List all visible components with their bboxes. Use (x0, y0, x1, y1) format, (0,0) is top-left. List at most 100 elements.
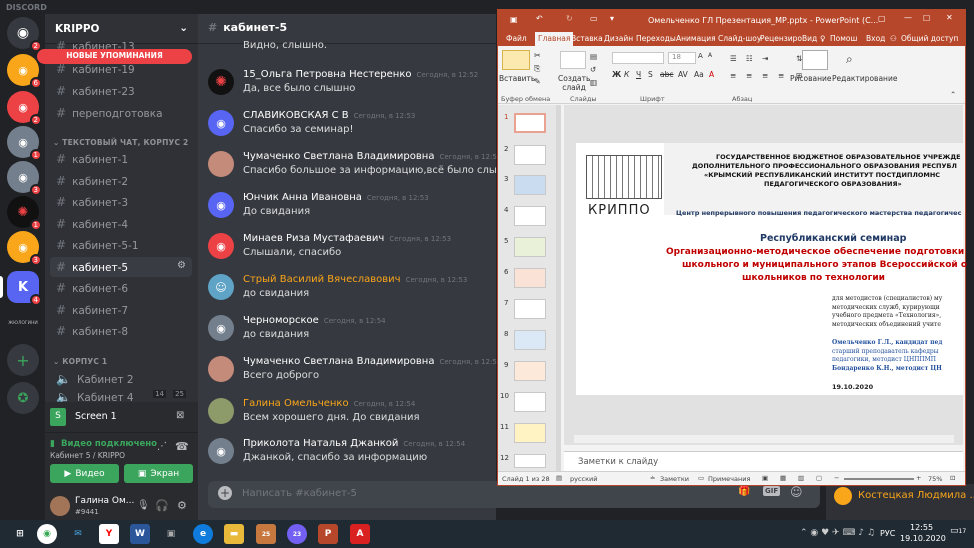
user-avatar[interactable]: ◉ (208, 315, 234, 341)
comments-toggle[interactable]: Примечания (708, 475, 750, 483)
message-author[interactable]: Юнчик Анна Ивановна Сегодня, в 12:53 (243, 192, 429, 203)
server-icon[interactable]: ◉ 3 (7, 161, 42, 196)
viber-icon[interactable]: 23 (287, 524, 307, 544)
tray-icons[interactable]: ⌃ ◉ ♥ ✈ ⌨ ♪ ♫ (800, 528, 875, 538)
font-color-icon[interactable]: A (709, 70, 714, 79)
copy-icon[interactable]: ⎘ (534, 64, 540, 74)
grow-font-icon[interactable]: A (698, 52, 703, 60)
slide-thumbnail[interactable] (514, 330, 546, 350)
tab-insert[interactable]: Вставка (571, 32, 603, 46)
notes-toggle[interactable]: Заметки (660, 475, 689, 483)
zoom-slider[interactable] (844, 478, 914, 480)
slide-thumbnail[interactable] (514, 145, 546, 165)
tab-view[interactable]: Вид (802, 32, 817, 46)
yandex-icon[interactable]: Y (99, 524, 119, 544)
user-avatar[interactable] (208, 398, 234, 424)
channel-item[interactable]: # кабинет-6 (50, 278, 192, 298)
emoji-icon[interactable]: ☺ (790, 485, 803, 499)
message-author[interactable]: Черноморское Сегодня, в 12:54 (243, 315, 386, 326)
message-author[interactable]: Стрый Василий Вячеславович Сегодня, в 12:… (243, 274, 467, 285)
gear-icon[interactable]: ⚙ (177, 260, 186, 271)
message-author[interactable]: СЛАВИКОВСКАЯ С В Сегодня, в 12:53 (243, 110, 415, 121)
maximize-icon[interactable]: ☐ (923, 14, 930, 23)
tab-transitions[interactable]: Переходы (636, 32, 676, 46)
channel-item[interactable]: # кабинет-23 (50, 81, 192, 101)
signin-link[interactable]: Вход (866, 32, 885, 46)
new-slide-button[interactable]: Создать слайд (558, 74, 590, 92)
user-avatar[interactable]: ◉ (208, 438, 234, 464)
app-icon[interactable]: ▣ (161, 524, 181, 544)
user-avatar[interactable] (50, 496, 70, 516)
slide-thumbnail[interactable] (514, 175, 546, 195)
message-author[interactable]: 15_Ольга Петровна Нестеренко Сегодня, в 1… (243, 69, 478, 80)
close-preview-icon[interactable]: ⊠ (176, 410, 184, 421)
align-left-icon[interactable]: ≡ (730, 71, 736, 80)
channel-item[interactable]: # кабинет-3 (50, 192, 192, 212)
horizontal-scrollbar[interactable] (574, 435, 954, 443)
slideshow-view-icon[interactable]: ▢ (816, 474, 822, 482)
strikethrough-icon[interactable]: abc (660, 70, 673, 79)
close-icon[interactable]: ✕ (946, 13, 953, 22)
drawing-button[interactable]: Рисование (790, 74, 832, 83)
windows-start-icon[interactable]: ⊞ (10, 524, 30, 544)
channel-item[interactable]: # переподготовка (50, 103, 192, 123)
disconnect-call-icon[interactable]: ☎ (175, 440, 189, 453)
tab-file[interactable]: Файл (506, 32, 527, 46)
server-icon[interactable]: ◉ 1 (7, 126, 42, 161)
powerpoint-icon[interactable]: P (318, 524, 338, 544)
slide-thumbnail[interactable] (514, 423, 546, 443)
section-icon[interactable]: ▥ (590, 78, 597, 87)
font-name-field[interactable] (612, 52, 664, 64)
channel-item[interactable]: # кабинет-1 (50, 149, 192, 169)
collapse-ribbon-icon[interactable]: ⌃ (950, 90, 956, 99)
share-button[interactable]: Общий доступ (901, 32, 958, 46)
tab-design[interactable]: Дизайн (604, 32, 633, 46)
channel-item[interactable]: # кабинет-5-1 (50, 235, 192, 255)
underline-icon[interactable]: Ч (636, 70, 641, 79)
fit-slide-icon[interactable]: ⊡ (950, 474, 955, 482)
channel-item[interactable]: # кабинет-4 (50, 214, 192, 234)
server-icon[interactable]: ЖЮЛОГИНИ (7, 307, 39, 339)
thumbnail-scrollbar[interactable] (556, 105, 561, 471)
slide-thumbnail[interactable] (514, 361, 546, 381)
font-size-field[interactable]: 18 (668, 52, 696, 64)
spacing-icon[interactable]: AV (678, 70, 688, 79)
undo-icon[interactable]: ↶ (536, 14, 543, 23)
cut-icon[interactable]: ✂ (534, 51, 541, 60)
screen-button[interactable]: ▣ Экран (124, 464, 193, 483)
server-icon[interactable]: ◉ 2 (7, 91, 42, 126)
gif-icon[interactable]: GIF (763, 486, 781, 496)
message-author[interactable]: Минаев Риза Мустафаевич Сегодня, в 12:53 (243, 233, 451, 244)
voice-channel-item[interactable]: 🔈 Кабинет 4 14 25 (50, 390, 192, 402)
video-button[interactable]: ▶ Видео (50, 464, 119, 483)
user-avatar[interactable]: ◉ (208, 233, 234, 259)
format-painter-icon[interactable]: ✎ (534, 77, 541, 86)
indent-icon[interactable]: ⇥ (762, 54, 768, 63)
zoom-out-icon[interactable]: − (834, 474, 839, 482)
customize-icon[interactable]: ▾ (610, 14, 614, 23)
photos-icon[interactable]: 25 (256, 524, 276, 544)
user-avatar[interactable]: ☺ (208, 274, 234, 300)
channel-item-selected[interactable]: # кабинет-5 ⚙ (50, 257, 192, 277)
change-case-icon[interactable]: Aa (694, 70, 704, 79)
sorter-view-icon[interactable]: ▦ (780, 474, 786, 482)
channel-item[interactable]: # кабинет-2 (50, 171, 192, 191)
normal-view-icon[interactable]: ▣ (762, 474, 768, 482)
language-indicator[interactable]: РУС (880, 529, 895, 538)
server-icon[interactable]: ✺ 1 (7, 196, 42, 231)
noise-suppression-icon[interactable]: ⋰ (157, 441, 167, 452)
category-header[interactable]: ⌄ ТЕКСТОВЫЙ ЧАТ, КОРПУС 2 (53, 138, 188, 147)
align-right-icon[interactable]: ≡ (762, 71, 768, 80)
tab-animation[interactable]: Анимация (676, 32, 716, 46)
save-icon[interactable]: ▣ (510, 15, 518, 24)
editing-button[interactable]: Редактирование (832, 74, 897, 83)
mail-icon[interactable]: ✉ (68, 524, 88, 544)
reset-icon[interactable]: ↺ (590, 65, 596, 74)
add-attachment-icon[interactable]: + (218, 486, 232, 500)
bold-icon[interactable]: Ж (612, 70, 621, 79)
spellcheck-icon[interactable]: ▤ (556, 474, 562, 482)
notes-pane[interactable]: Заметки к слайду (564, 451, 963, 471)
member-name[interactable]: Костецкая Людмила ... (858, 490, 974, 501)
microphone-icon[interactable]: 🎙 (137, 500, 150, 511)
video-location[interactable]: Кабинет 5 / KRIPPO (50, 451, 125, 460)
